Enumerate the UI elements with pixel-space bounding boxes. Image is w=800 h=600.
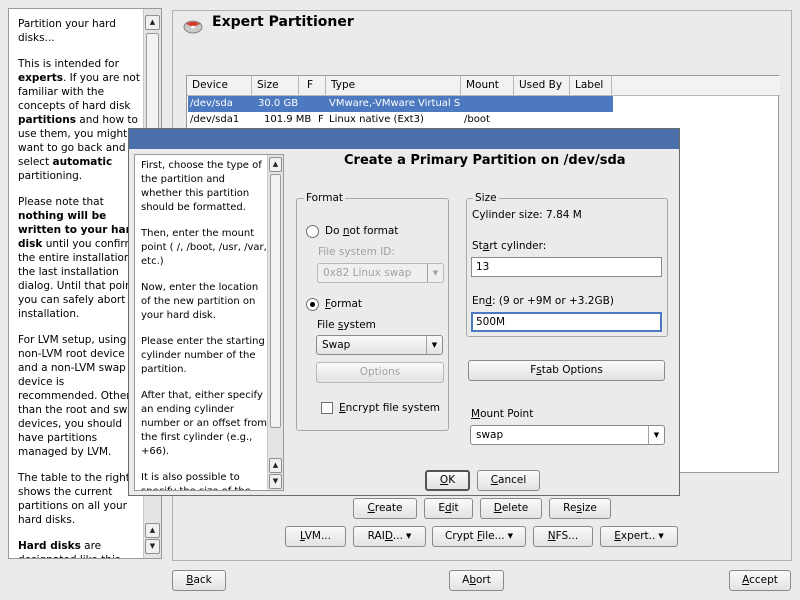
page-title: Expert Partitioner bbox=[212, 14, 354, 30]
file-system-id-label: File system ID: bbox=[318, 246, 395, 258]
cell-f: F bbox=[318, 114, 324, 125]
format-radio[interactable] bbox=[306, 298, 319, 311]
scroll-down-icon[interactable]: ▼ bbox=[269, 474, 282, 489]
accept-button[interactable]: Accept bbox=[729, 570, 791, 591]
dialog-help-paragraph: First, choose the type of the partition … bbox=[141, 160, 262, 213]
abort-button[interactable]: Abort bbox=[449, 570, 504, 591]
help-paragraph: For LVM setup, using a non-LVM root devi… bbox=[18, 334, 141, 458]
column-header-device[interactable]: Device bbox=[187, 76, 252, 96]
help-paragraph: The table to the right shows the current… bbox=[18, 472, 130, 526]
scroll-thumb[interactable] bbox=[146, 33, 159, 136]
options-button[interactable]: Options bbox=[316, 362, 444, 383]
start-cylinder-label: Start cylinder: bbox=[472, 240, 547, 252]
format-group-label: Format bbox=[304, 192, 346, 204]
dialog-titlebar[interactable] bbox=[129, 129, 679, 149]
end-label: End: (9 or +9M or +3.2GB) bbox=[472, 295, 614, 307]
help-paragraph: This is intended for experts. If you are… bbox=[18, 58, 140, 182]
cell-type: VMware,-VMware Virtual S bbox=[329, 98, 461, 109]
delete-button[interactable]: Delete bbox=[480, 498, 542, 519]
file-system-id-value: 0x82 Linux swap bbox=[323, 267, 412, 279]
dialog-help-paragraph: After that, either specify an ending cyl… bbox=[141, 390, 268, 457]
help-paragraph: Please note that nothing will be written… bbox=[18, 196, 146, 320]
mount-point-label: Mount Point bbox=[471, 408, 534, 420]
format-radio-label[interactable]: Format bbox=[325, 298, 362, 310]
dialog-help-paragraph: Then, enter the mount point ( /, /boot, … bbox=[141, 228, 267, 267]
scroll-up-icon[interactable]: ▲ bbox=[145, 523, 160, 538]
crypt-file-button[interactable]: Crypt File... ▼ bbox=[432, 526, 526, 547]
column-header-size[interactable]: Size bbox=[252, 76, 299, 96]
expert-button[interactable]: Expert.. ▼ bbox=[600, 526, 678, 547]
scroll-down-icon[interactable]: ▼ bbox=[145, 539, 160, 554]
help-paragraph: Hard disks are designated like this bbox=[18, 540, 120, 558]
cell-size: 101.9 MB bbox=[264, 114, 312, 125]
back-button[interactable]: Back bbox=[172, 570, 226, 591]
table-row[interactable]: /dev/sda 30.0 GB VMware,-VMware Virtual … bbox=[188, 96, 613, 112]
cell-type: Linux native (Ext3) bbox=[329, 114, 424, 125]
size-group-label: Size bbox=[473, 192, 499, 204]
raid-button[interactable]: RAID... ▼ bbox=[353, 526, 426, 547]
mount-point-combo[interactable]: swap ▼ bbox=[470, 425, 665, 445]
cell-mount: /boot bbox=[464, 114, 490, 125]
do-not-format-label[interactable]: Do not format bbox=[325, 225, 398, 237]
column-header-used-by[interactable]: Used By bbox=[514, 76, 570, 96]
options-button-label: Options bbox=[359, 366, 401, 378]
do-not-format-radio[interactable] bbox=[306, 225, 319, 238]
dialog-help-text: First, choose the type of the partition … bbox=[141, 159, 268, 490]
chevron-down-icon: ▼ bbox=[507, 532, 513, 540]
dialog-help-paragraph: Now, enter the location of the new parti… bbox=[141, 282, 259, 321]
table-header: Device Size F Type Mount Used By Label bbox=[187, 76, 780, 96]
scroll-up-icon[interactable]: ▲ bbox=[269, 458, 282, 473]
cylinder-size-text: Cylinder size: 7.84 M bbox=[472, 209, 582, 221]
column-header-label[interactable]: Label bbox=[570, 76, 612, 96]
chevron-down-icon: ▼ bbox=[427, 264, 443, 282]
disk-partition-icon bbox=[183, 20, 203, 34]
column-header-type[interactable]: Type bbox=[326, 76, 461, 96]
resize-button[interactable]: Resize bbox=[549, 498, 611, 519]
table-row[interactable]: /dev/sda1 101.9 MB F Linux native (Ext3)… bbox=[188, 112, 613, 128]
create-partition-dialog: First, choose the type of the partition … bbox=[128, 128, 680, 496]
end-input[interactable]: 500M bbox=[471, 312, 662, 332]
cell-device: /dev/sda1 bbox=[190, 114, 240, 125]
chevron-down-icon: ▼ bbox=[648, 426, 664, 444]
dialog-help-panel: First, choose the type of the partition … bbox=[134, 154, 284, 491]
dialog-help-scrollbar[interactable]: ▲ ▲ ▼ bbox=[267, 155, 283, 490]
file-system-select[interactable]: Swap ▼ bbox=[316, 335, 443, 355]
chevron-down-icon: ▼ bbox=[426, 336, 442, 354]
chevron-down-icon: ▼ bbox=[658, 532, 664, 540]
scroll-up-icon[interactable]: ▲ bbox=[269, 157, 282, 172]
dialog-help-paragraph: It is also possible to specify the size … bbox=[141, 472, 251, 490]
encrypt-checkbox[interactable] bbox=[321, 402, 333, 414]
help-text: Partition your hard disks... This is inte… bbox=[18, 17, 146, 558]
dialog-help-paragraph: Please enter the starting cylinder numbe… bbox=[141, 336, 265, 375]
column-header-filler bbox=[612, 76, 780, 96]
dialog-title: Create a Primary Partition on /dev/sda bbox=[344, 153, 626, 168]
column-header-mount[interactable]: Mount bbox=[461, 76, 514, 96]
create-button[interactable]: Create bbox=[353, 498, 417, 519]
fstab-options-button[interactable]: Fstab Options bbox=[468, 360, 665, 381]
ok-button[interactable]: OK bbox=[425, 470, 470, 491]
cancel-button[interactable]: Cancel bbox=[477, 470, 540, 491]
start-cylinder-input[interactable]: 13 bbox=[471, 257, 662, 277]
file-system-id-select[interactable]: 0x82 Linux swap ▼ bbox=[317, 263, 444, 283]
file-system-value: Swap bbox=[322, 339, 351, 351]
help-paragraph: Partition your hard disks... bbox=[18, 18, 116, 44]
nfs-button[interactable]: NFS... bbox=[533, 526, 593, 547]
edit-button[interactable]: Edit bbox=[424, 498, 473, 519]
file-system-label: File system bbox=[317, 319, 376, 331]
scroll-thumb[interactable] bbox=[270, 174, 281, 428]
chevron-down-icon: ▼ bbox=[405, 532, 412, 540]
lvm-button[interactable]: LVM... bbox=[285, 526, 346, 547]
cell-device: /dev/sda bbox=[190, 98, 233, 109]
scroll-up-icon[interactable]: ▲ bbox=[145, 15, 160, 30]
encrypt-label[interactable]: Encrypt file system bbox=[339, 402, 440, 414]
column-header-f[interactable]: F bbox=[299, 76, 326, 96]
cell-size: 30.0 GB bbox=[258, 98, 299, 109]
mount-point-value: swap bbox=[476, 429, 504, 441]
